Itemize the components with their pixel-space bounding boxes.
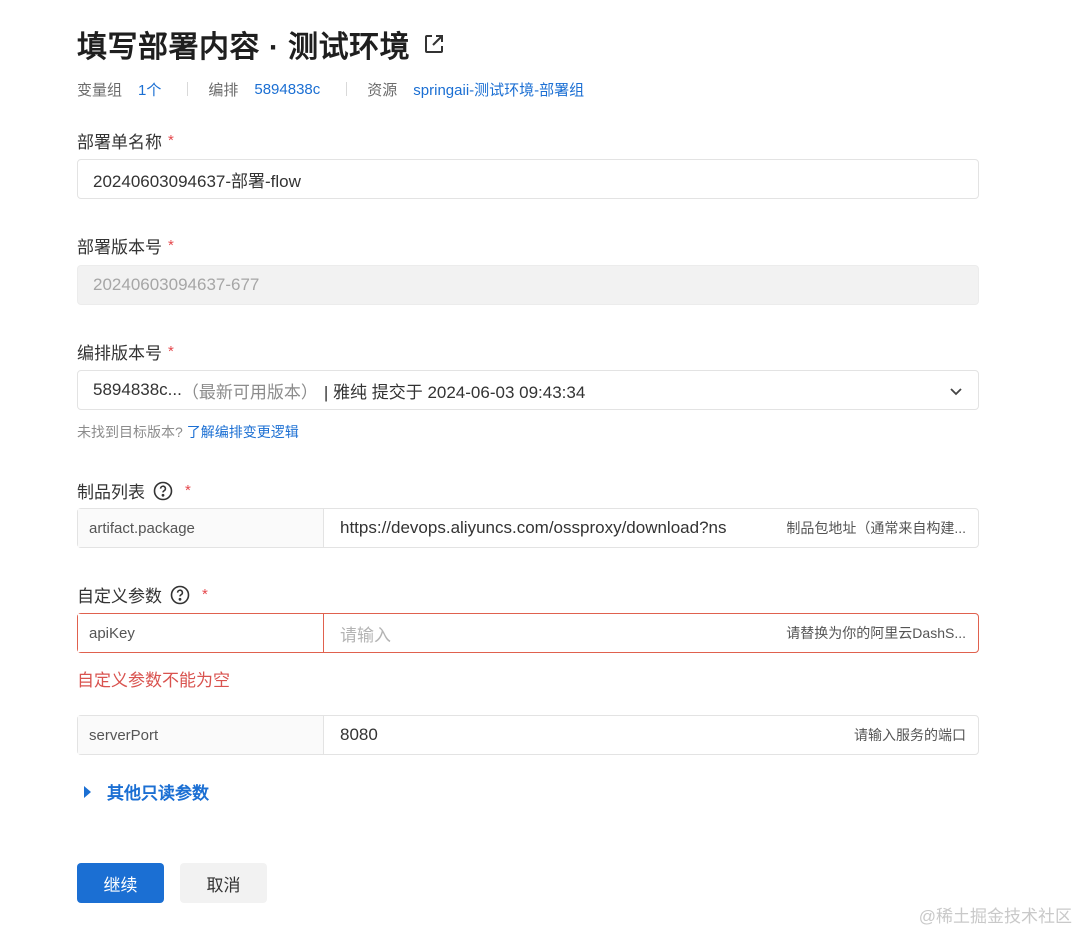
var-group-label: 变量组 bbox=[77, 81, 123, 99]
param-row-apikey: apiKey 请输入 请替换为你的阿里云DashS... bbox=[77, 613, 979, 653]
required-mark: * bbox=[168, 132, 174, 149]
field-label-text: 部署版本号 bbox=[77, 238, 162, 257]
artifact-value-input[interactable]: https://devops.aliyuncs.com/ossproxy/dow… bbox=[324, 509, 978, 547]
version-hint: 未找到目标版本? 了解编排变更逻辑 bbox=[77, 422, 299, 442]
continue-button[interactable]: 继续 bbox=[77, 863, 164, 903]
artifact-url: https://devops.aliyuncs.com/ossproxy/dow… bbox=[340, 518, 727, 537]
serverport-value: 8080 bbox=[340, 725, 378, 744]
artifact-row: artifact.package https://devops.aliyuncs… bbox=[77, 508, 979, 548]
required-mark: * bbox=[202, 586, 208, 603]
deploy-version-input: 20240603094637-677 bbox=[77, 265, 979, 305]
required-mark: * bbox=[185, 482, 191, 499]
divider bbox=[346, 82, 348, 96]
required-mark: * bbox=[168, 237, 174, 254]
help-icon[interactable] bbox=[153, 481, 173, 501]
deploy-name-label: 部署单名称 * bbox=[77, 128, 174, 153]
artifacts-label: 制品列表 * bbox=[77, 478, 191, 503]
select-suffix: | 雅纯 提交于 2024-06-03 09:43:34 bbox=[323, 382, 586, 402]
help-icon[interactable] bbox=[170, 585, 190, 605]
deploy-version-value: 20240603094637-677 bbox=[93, 275, 260, 294]
field-label-text: 编排版本号 bbox=[77, 344, 162, 363]
external-link-icon[interactable] bbox=[422, 32, 446, 56]
cancel-button[interactable]: 取消 bbox=[180, 863, 267, 903]
deploy-name-value: 20240603094637-部署-flow bbox=[93, 171, 301, 191]
select-tag: （最新可用版本） bbox=[181, 382, 318, 402]
caret-right-icon bbox=[84, 785, 91, 798]
orchestration-version-label: 编排版本号 * bbox=[77, 339, 174, 364]
deploy-version-label: 部署版本号 * bbox=[77, 233, 174, 258]
param-row-serverport: serverPort 8080 请输入服务的端口 bbox=[77, 715, 979, 755]
artifact-desc: 制品包地址（通常来自构建... bbox=[786, 520, 966, 536]
select-prefix: 5894838c... bbox=[93, 380, 182, 399]
field-label-text: 部署单名称 bbox=[77, 133, 162, 152]
artifact-key: artifact.package bbox=[78, 509, 324, 547]
param-key: serverPort bbox=[78, 716, 324, 754]
hint-text: 未找到目标版本? bbox=[77, 424, 183, 440]
watermark: @稀土掘金技术社区 bbox=[918, 907, 1072, 926]
error-message: 自定义参数不能为空 bbox=[77, 671, 230, 690]
page-title: 填写部署内容 · 测试环境 bbox=[77, 31, 411, 64]
readonly-params-toggle[interactable]: 其他只读参数 bbox=[84, 779, 209, 804]
divider bbox=[187, 82, 189, 96]
required-mark: * bbox=[168, 343, 174, 360]
orchestration-label: 编排 bbox=[208, 81, 239, 99]
resource-label: 资源 bbox=[367, 81, 398, 99]
hint-link[interactable]: 了解编排变更逻辑 bbox=[187, 424, 299, 440]
var-group-link[interactable]: 1个 bbox=[138, 79, 161, 100]
orchestration-version-select[interactable]: 5894838c... （最新可用版本） | 雅纯 提交于 2024-06-03… bbox=[77, 370, 979, 410]
apikey-input[interactable]: 请输入 请替换为你的阿里云DashS... bbox=[324, 614, 978, 652]
custom-params-label: 自定义参数 * bbox=[77, 582, 208, 607]
readonly-params-label: 其他只读参数 bbox=[107, 784, 209, 803]
deploy-name-input[interactable]: 20240603094637-部署-flow bbox=[77, 159, 979, 199]
serverport-input[interactable]: 8080 请输入服务的端口 bbox=[324, 716, 978, 754]
apikey-placeholder: 请输入 bbox=[340, 625, 391, 645]
chevron-down-icon[interactable] bbox=[948, 383, 964, 399]
field-label-text: 自定义参数 bbox=[77, 587, 162, 606]
param-desc: 请替换为你的阿里云DashS... bbox=[786, 625, 966, 641]
page-header: 填写部署内容 · 测试环境 bbox=[77, 24, 446, 64]
param-desc: 请输入服务的端口 bbox=[854, 727, 966, 743]
resource-link[interactable]: springaii-测试环境-部署组 bbox=[413, 79, 584, 100]
meta-row: 变量组 1个 编排 5894838c 资源 springaii-测试环境-部署组 bbox=[77, 78, 584, 100]
field-label-text: 制品列表 bbox=[77, 483, 145, 502]
param-key: apiKey bbox=[78, 614, 324, 652]
orchestration-link[interactable]: 5894838c bbox=[254, 81, 320, 98]
